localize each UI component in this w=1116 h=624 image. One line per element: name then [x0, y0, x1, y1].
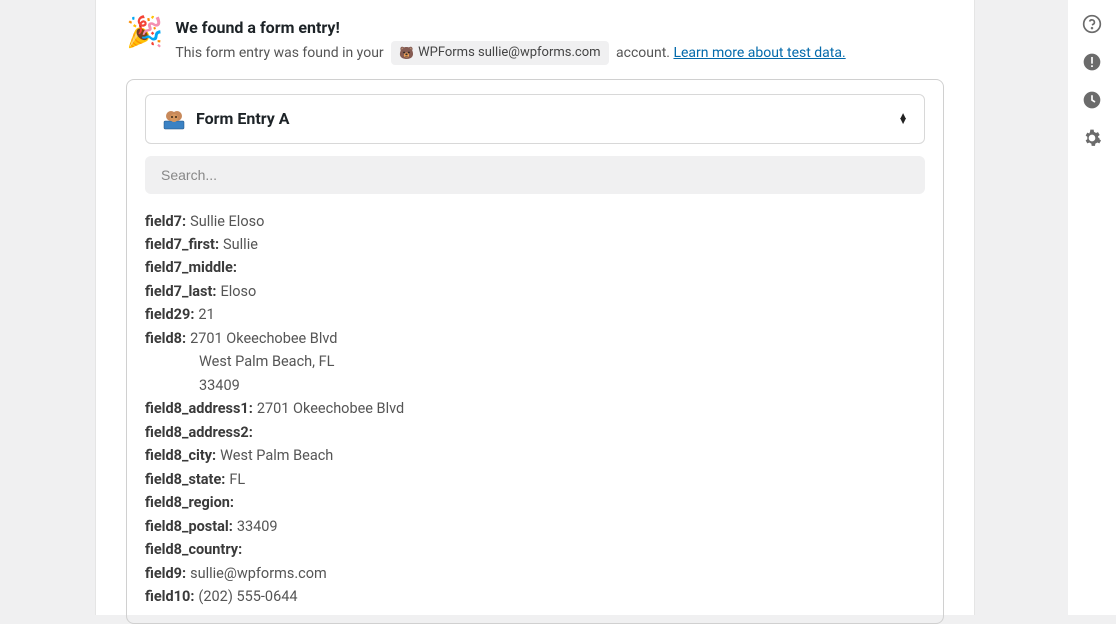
field-row: field8:2701 Okeechobee Blvd	[145, 327, 925, 350]
entry-icon	[162, 107, 186, 131]
settings-button[interactable]	[1074, 120, 1110, 156]
field-label: field8_country:	[145, 538, 242, 561]
field-value: West Palm Beach	[220, 444, 333, 467]
field-label: field29:	[145, 303, 194, 326]
field-value: 2701 Okeechobee Blvd	[190, 327, 337, 350]
entry-selector-left: Form Entry A	[162, 107, 290, 131]
field-value: Eloso	[220, 280, 256, 303]
field-list: field7:Sullie Elosofield7_first:Sulliefi…	[145, 210, 925, 609]
field-label: field8_region:	[145, 491, 234, 514]
field-label: field7:	[145, 210, 186, 233]
search-input[interactable]	[145, 156, 925, 194]
field-row: field10:(202) 555-0644	[145, 585, 925, 608]
party-popper-icon: 🎉	[126, 18, 163, 48]
field-value: Sullie Eloso	[190, 210, 264, 233]
field-label: field8_address1:	[145, 397, 253, 420]
subtitle-suffix: account.	[616, 45, 673, 61]
field-row: field7:Sullie Eloso	[145, 210, 925, 233]
account-label: WPForms sullie@wpforms.com	[418, 43, 600, 63]
field-value: 21	[198, 303, 214, 326]
field-value: 2701 Okeechobee Blvd	[257, 397, 404, 420]
field-row: field9:sullie@wpforms.com	[145, 562, 925, 585]
sort-icon: ▲ ▼	[898, 114, 908, 124]
field-row: field7_middle:	[145, 256, 925, 279]
field-label: field9:	[145, 562, 186, 585]
field-value: sullie@wpforms.com	[190, 562, 327, 585]
alert-button[interactable]	[1074, 44, 1110, 80]
field-row: field8_state:FL	[145, 468, 925, 491]
wpforms-icon: 🐻	[399, 44, 414, 62]
field-label: field8_postal:	[145, 515, 233, 538]
field-label: field8:	[145, 327, 186, 350]
header-text: We found a form entry! This form entry w…	[175, 18, 944, 65]
field-label: field7_first:	[145, 233, 219, 256]
entry-selector[interactable]: Form Entry A ▲ ▼	[145, 94, 925, 144]
field-label: field8_state:	[145, 468, 225, 491]
field-value: Sullie	[223, 233, 258, 256]
field-row: field7_last:Eloso	[145, 280, 925, 303]
field-value: FL	[229, 468, 245, 491]
subtitle-prefix: This form entry was found in your	[175, 45, 387, 61]
header-title: We found a form entry!	[175, 18, 944, 37]
field-row: field29:21	[145, 303, 925, 326]
field-row: field8_postal:33409	[145, 515, 925, 538]
panel-header: 🎉 We found a form entry! This form entry…	[126, 18, 944, 65]
field-row: 33409	[145, 374, 925, 397]
field-row: field7_first:Sullie	[145, 233, 925, 256]
learn-more-link[interactable]: Learn more about test data.	[673, 45, 845, 61]
field-label: field7_last:	[145, 280, 216, 303]
field-row: field8_region:	[145, 491, 925, 514]
field-label: field8_city:	[145, 444, 216, 467]
field-label: field8_address2:	[145, 421, 253, 444]
field-row: field8_city:West Palm Beach	[145, 444, 925, 467]
right-rail	[1068, 0, 1116, 615]
entry-selector-title: Form Entry A	[196, 109, 290, 128]
field-label: field10:	[145, 585, 194, 608]
entry-card: Form Entry A ▲ ▼ field7:Sullie Elosofiel…	[126, 79, 944, 624]
account-pill: 🐻 WPForms sullie@wpforms.com	[391, 41, 608, 65]
field-value: 33409	[237, 515, 278, 538]
field-value: (202) 555-0644	[198, 585, 297, 608]
field-value: West Palm Beach, FL	[199, 350, 334, 373]
field-label: field7_middle:	[145, 256, 237, 279]
field-value: 33409	[199, 374, 240, 397]
header-subtitle: This form entry was found in your 🐻 WPFo…	[175, 41, 944, 65]
field-row: West Palm Beach, FL	[145, 350, 925, 373]
field-row: field8_country:	[145, 538, 925, 561]
field-row: field8_address1:2701 Okeechobee Blvd	[145, 397, 925, 420]
form-entry-panel: 🎉 We found a form entry! This form entry…	[95, 0, 975, 615]
help-button[interactable]	[1074, 6, 1110, 42]
history-button[interactable]	[1074, 82, 1110, 118]
field-row: field8_address2:	[145, 421, 925, 444]
